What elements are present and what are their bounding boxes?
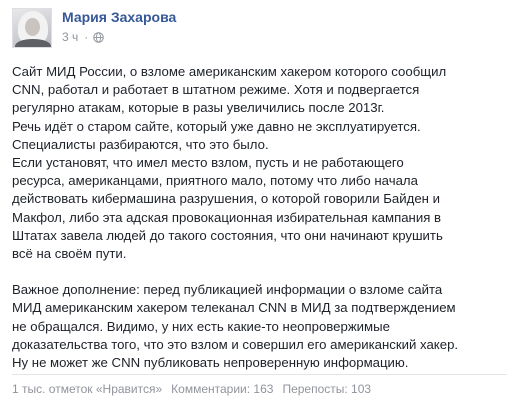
post-meta: 3 ч ·: [62, 29, 105, 45]
post-paragraph-2: Важное дополнение: перед публикацией инф…: [12, 282, 459, 371]
footer-divider: [12, 374, 507, 375]
comments-count-link[interactable]: Комментарии: 163: [171, 382, 273, 396]
shares-count-link[interactable]: Перепосты: 103: [282, 382, 371, 396]
likes-count-link[interactable]: 1 тыс. отметок «Нравится»: [12, 382, 162, 396]
post-paragraph-1: Сайт МИД России, о взломе американским х…: [12, 64, 447, 262]
meta-separator: ·: [84, 30, 89, 44]
post-body: Сайт МИД России, о взломе американским х…: [12, 63, 510, 372]
globe-icon[interactable]: [93, 31, 105, 43]
post-header: Мария Захарова 3 ч ·: [12, 8, 507, 52]
avatar-face: [25, 18, 40, 36]
post-timestamp[interactable]: 3 ч: [62, 30, 78, 44]
avatar-shoulders: [15, 39, 51, 47]
author-name[interactable]: Мария Захарова: [62, 9, 176, 25]
facebook-post: Мария Захарова 3 ч · Сайт МИД России, о …: [0, 0, 519, 414]
avatar[interactable]: [12, 8, 52, 48]
post-footer: 1 тыс. отметок «Нравится» Комментарии: 1…: [12, 381, 371, 397]
